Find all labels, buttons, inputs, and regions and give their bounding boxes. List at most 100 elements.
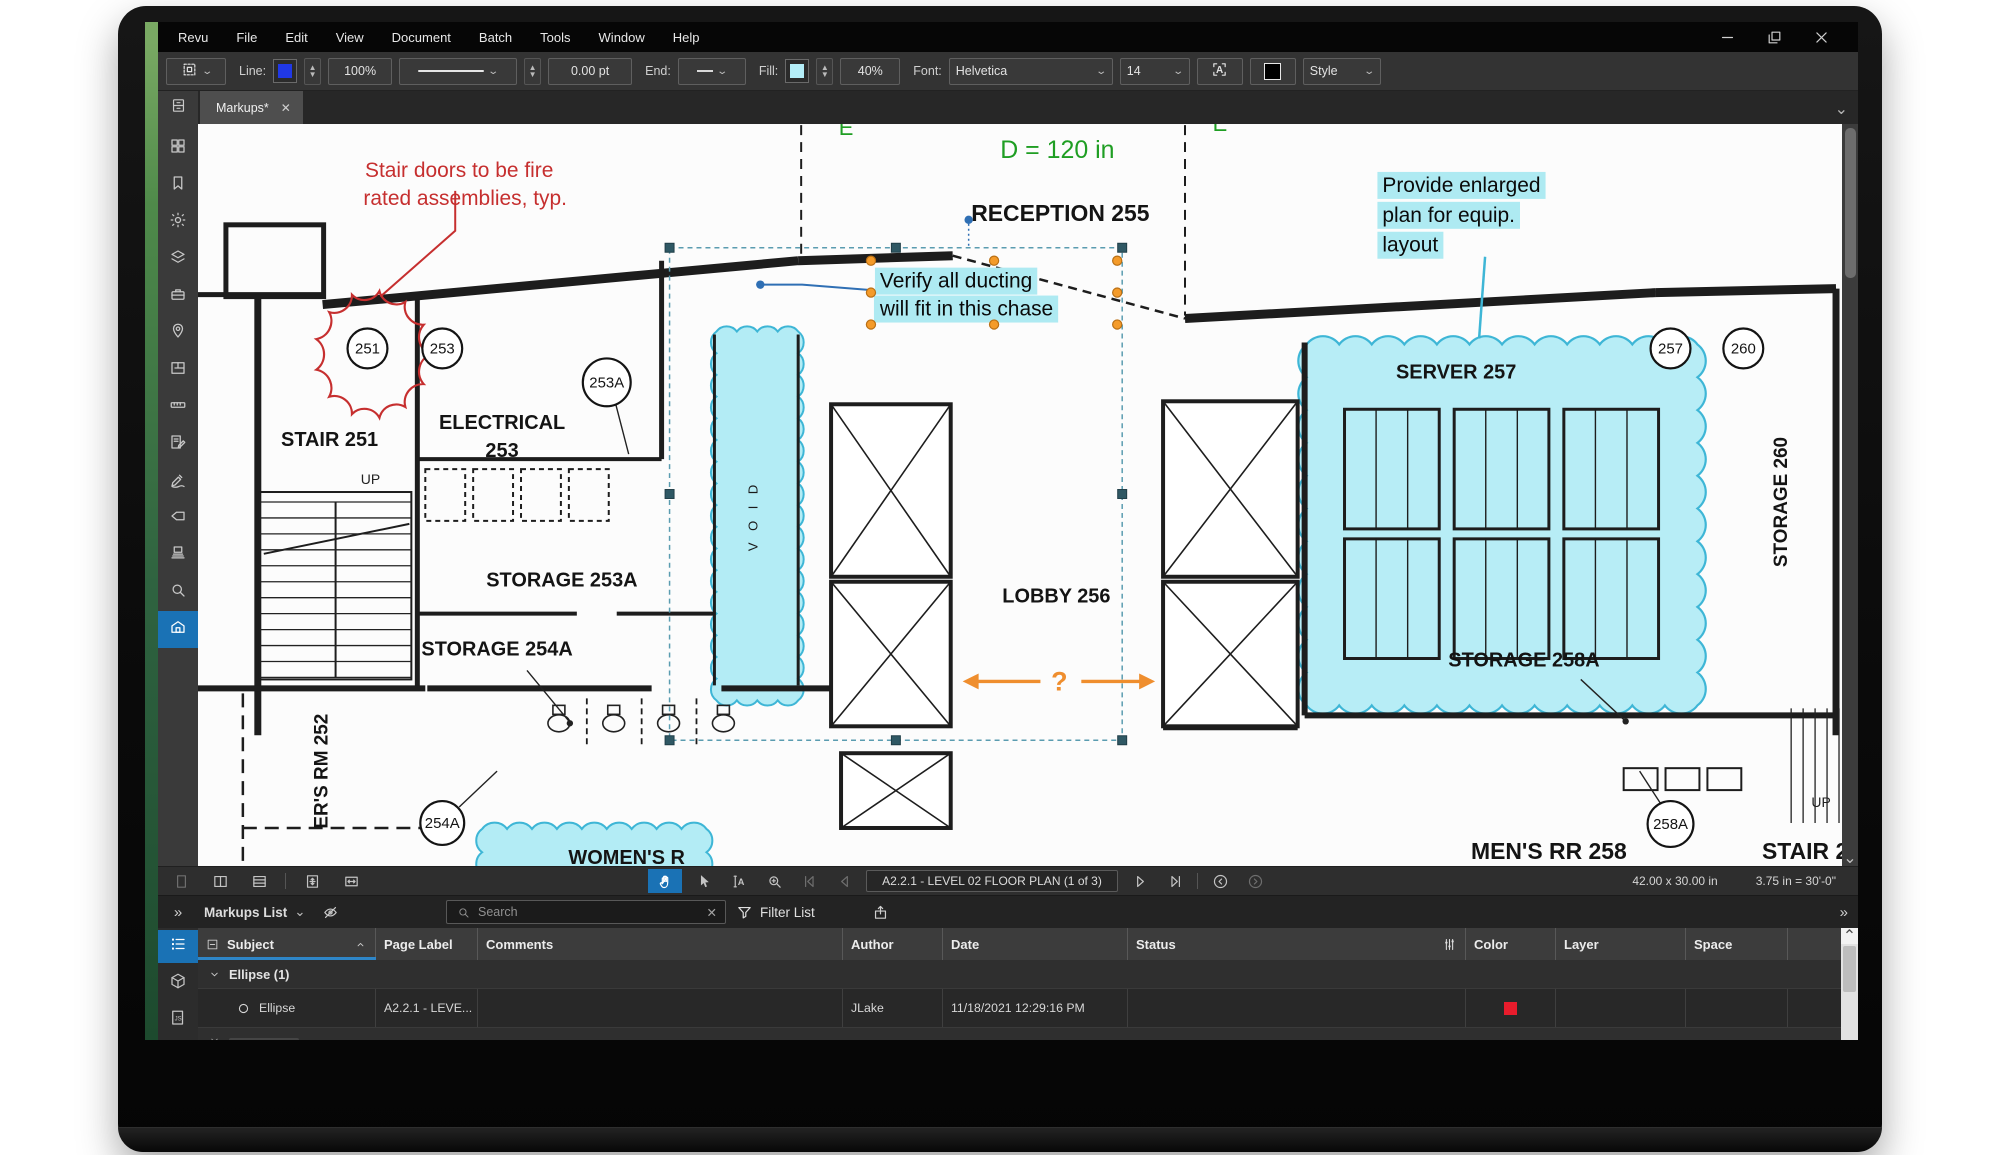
menu-item-tools[interactable]: Tools (526, 25, 584, 50)
column-header-status[interactable]: Status (1128, 928, 1466, 960)
textbox-resize-handle[interactable] (989, 256, 998, 265)
floor-plan-drawing[interactable]: ?STAIR 251ELECTRICAL253STORAGE 253ASTORA… (198, 124, 1843, 866)
leader-anchor-dot[interactable] (1622, 718, 1628, 724)
canvas-scrollbar-thumb[interactable] (1845, 128, 1856, 278)
sidebar-item-bookmarks[interactable] (158, 167, 198, 204)
plan-label[interactable]: layout (1382, 234, 1438, 257)
textbox-resize-handle[interactable] (989, 320, 998, 329)
sidebar-item-layers[interactable] (158, 241, 198, 278)
table-scrollbar[interactable]: ⌃ (1841, 928, 1858, 1040)
first-page-icon[interactable] (796, 869, 822, 893)
sidebar-item-spaces-pin[interactable] (158, 315, 198, 352)
single-page-view-icon[interactable] (168, 869, 194, 893)
menu-item-document[interactable]: Document (378, 25, 465, 50)
selection-handle[interactable] (665, 736, 674, 745)
panel-tab-markups-list[interactable] (158, 930, 198, 963)
column-header-date[interactable]: Date (943, 928, 1128, 960)
menu-item-edit[interactable]: Edit (271, 25, 321, 50)
split-horizontal-icon[interactable] (246, 869, 272, 893)
line-opacity-value[interactable]: 100% (328, 58, 392, 85)
close-icon[interactable] (1813, 29, 1830, 46)
line-color-swatch[interactable] (273, 59, 297, 83)
menu-item-revu[interactable]: Revu (164, 25, 222, 50)
font-size-dropdown[interactable]: 14⌄ (1120, 58, 1190, 85)
sidebar-item-measure-ruler[interactable] (158, 389, 198, 426)
column-header-page-label[interactable]: Page Label (376, 928, 478, 960)
fit-width-icon[interactable] (338, 869, 364, 893)
sidebar-item-signatures-pen[interactable] (158, 463, 198, 500)
menu-item-view[interactable]: View (322, 25, 378, 50)
markups-search-input[interactable]: Search ✕ (446, 900, 726, 924)
plan-label[interactable]: will fit in this chase (879, 298, 1053, 321)
collapse-all-icon[interactable] (206, 938, 219, 951)
textbox-resize-handle[interactable] (866, 256, 875, 265)
sidebar-item-flags-tag[interactable] (158, 500, 198, 537)
plan-label[interactable]: Verify all ducting (880, 270, 1032, 293)
hide-markups-icon[interactable] (322, 904, 339, 921)
leader-anchor-dot[interactable] (567, 720, 573, 726)
pan-hand-tool[interactable] (648, 869, 682, 893)
panel-tab-js-console[interactable]: JS (158, 1004, 198, 1037)
column-header-subject[interactable]: Subject (198, 928, 376, 960)
selection-handle[interactable] (1118, 243, 1127, 252)
menu-item-help[interactable]: Help (659, 25, 714, 50)
tab-close-icon[interactable]: ✕ (281, 101, 291, 115)
menu-item-window[interactable]: Window (585, 25, 659, 50)
line-width-value[interactable]: 0.00 pt (548, 58, 632, 85)
canvas-scrollbar[interactable]: ⌄ (1842, 124, 1858, 866)
panel-tab-3d-model[interactable] (158, 967, 198, 1000)
line-end-dropdown[interactable]: ⌄ (678, 58, 746, 85)
column-header-space[interactable]: Space (1686, 928, 1788, 960)
sidebar-item-search[interactable] (158, 574, 198, 611)
selection-handle[interactable] (1118, 736, 1127, 745)
fit-page-icon[interactable] (299, 869, 325, 893)
textbox-resize-handle[interactable] (1113, 320, 1122, 329)
file-access-panel-toggle[interactable] (158, 91, 198, 124)
tool-mode-dropdown[interactable]: ⌄ (166, 58, 226, 85)
auto-size-text-button[interactable]: A (1197, 58, 1243, 85)
sidebar-item-studio-3d-house[interactable] (158, 611, 198, 648)
menu-item-batch[interactable]: Batch (465, 25, 526, 50)
menu-item-file[interactable]: File (222, 25, 271, 50)
next-view-icon[interactable] (1242, 869, 1268, 893)
text-color-button[interactable] (1250, 58, 1296, 85)
textbox-resize-handle[interactable] (866, 320, 875, 329)
status-filter-sliders-icon[interactable] (1442, 937, 1457, 952)
leader-anchor-dot[interactable] (756, 280, 764, 288)
column-header-layer[interactable]: Layer (1556, 928, 1686, 960)
column-header-author[interactable]: Author (843, 928, 943, 960)
document-tab[interactable]: Markups* ✕ (200, 91, 303, 124)
markup-row-ellipse[interactable]: EllipseA2.2.1 - LEVE...JLake11/18/2021 1… (198, 989, 1858, 1028)
document-canvas[interactable]: ?STAIR 251ELECTRICAL253STORAGE 253ASTORA… (198, 124, 1858, 866)
page-label-box[interactable]: A2.2.1 - LEVEL 02 FLOOR PLAN (1 of 3) (866, 870, 1118, 892)
select-tool[interactable] (691, 869, 717, 893)
sidebar-item-markup-summary[interactable] (158, 426, 198, 463)
search-clear-icon[interactable]: ✕ (707, 905, 717, 920)
selection-handle[interactable] (665, 243, 674, 252)
panel-title-caret-icon[interactable]: ⌄ (294, 904, 305, 920)
filter-list-button[interactable]: Filter List (736, 904, 815, 921)
textbox-resize-handle[interactable] (1113, 256, 1122, 265)
tab-list-chevron-icon[interactable]: ⌄ (1835, 99, 1848, 119)
restore-icon[interactable] (1766, 29, 1783, 46)
export-summary-icon[interactable] (872, 904, 889, 921)
selection-handle[interactable] (891, 736, 900, 745)
sidebar-item-thumbnails-grid[interactable] (158, 130, 198, 167)
sidebar-item-properties-gear[interactable] (158, 204, 198, 241)
line-width-stepper[interactable]: ▲▼ (524, 58, 541, 85)
column-header-comments[interactable]: Comments (478, 928, 843, 960)
plan-label[interactable]: Provide enlarged (1382, 174, 1540, 197)
cell-color-swatch[interactable] (1504, 1002, 1517, 1015)
previous-view-icon[interactable] (1207, 869, 1233, 893)
last-page-icon[interactable] (1162, 869, 1188, 893)
fill-opacity-stepper[interactable]: ▲▼ (816, 58, 833, 85)
selection-handle[interactable] (665, 490, 674, 499)
canvas-scroll-down-icon[interactable]: ⌄ (1842, 850, 1858, 865)
textbox-resize-handle[interactable] (1113, 288, 1122, 297)
line-opacity-stepper[interactable]: ▲▼ (304, 58, 321, 85)
plan-label[interactable]: plan for equip. (1382, 204, 1515, 227)
zoom-tool[interactable] (761, 869, 787, 893)
sidebar-item-links-floorplan[interactable] (158, 352, 198, 389)
fill-color-swatch[interactable] (785, 59, 809, 83)
text-select-tool[interactable]: A (726, 869, 752, 893)
